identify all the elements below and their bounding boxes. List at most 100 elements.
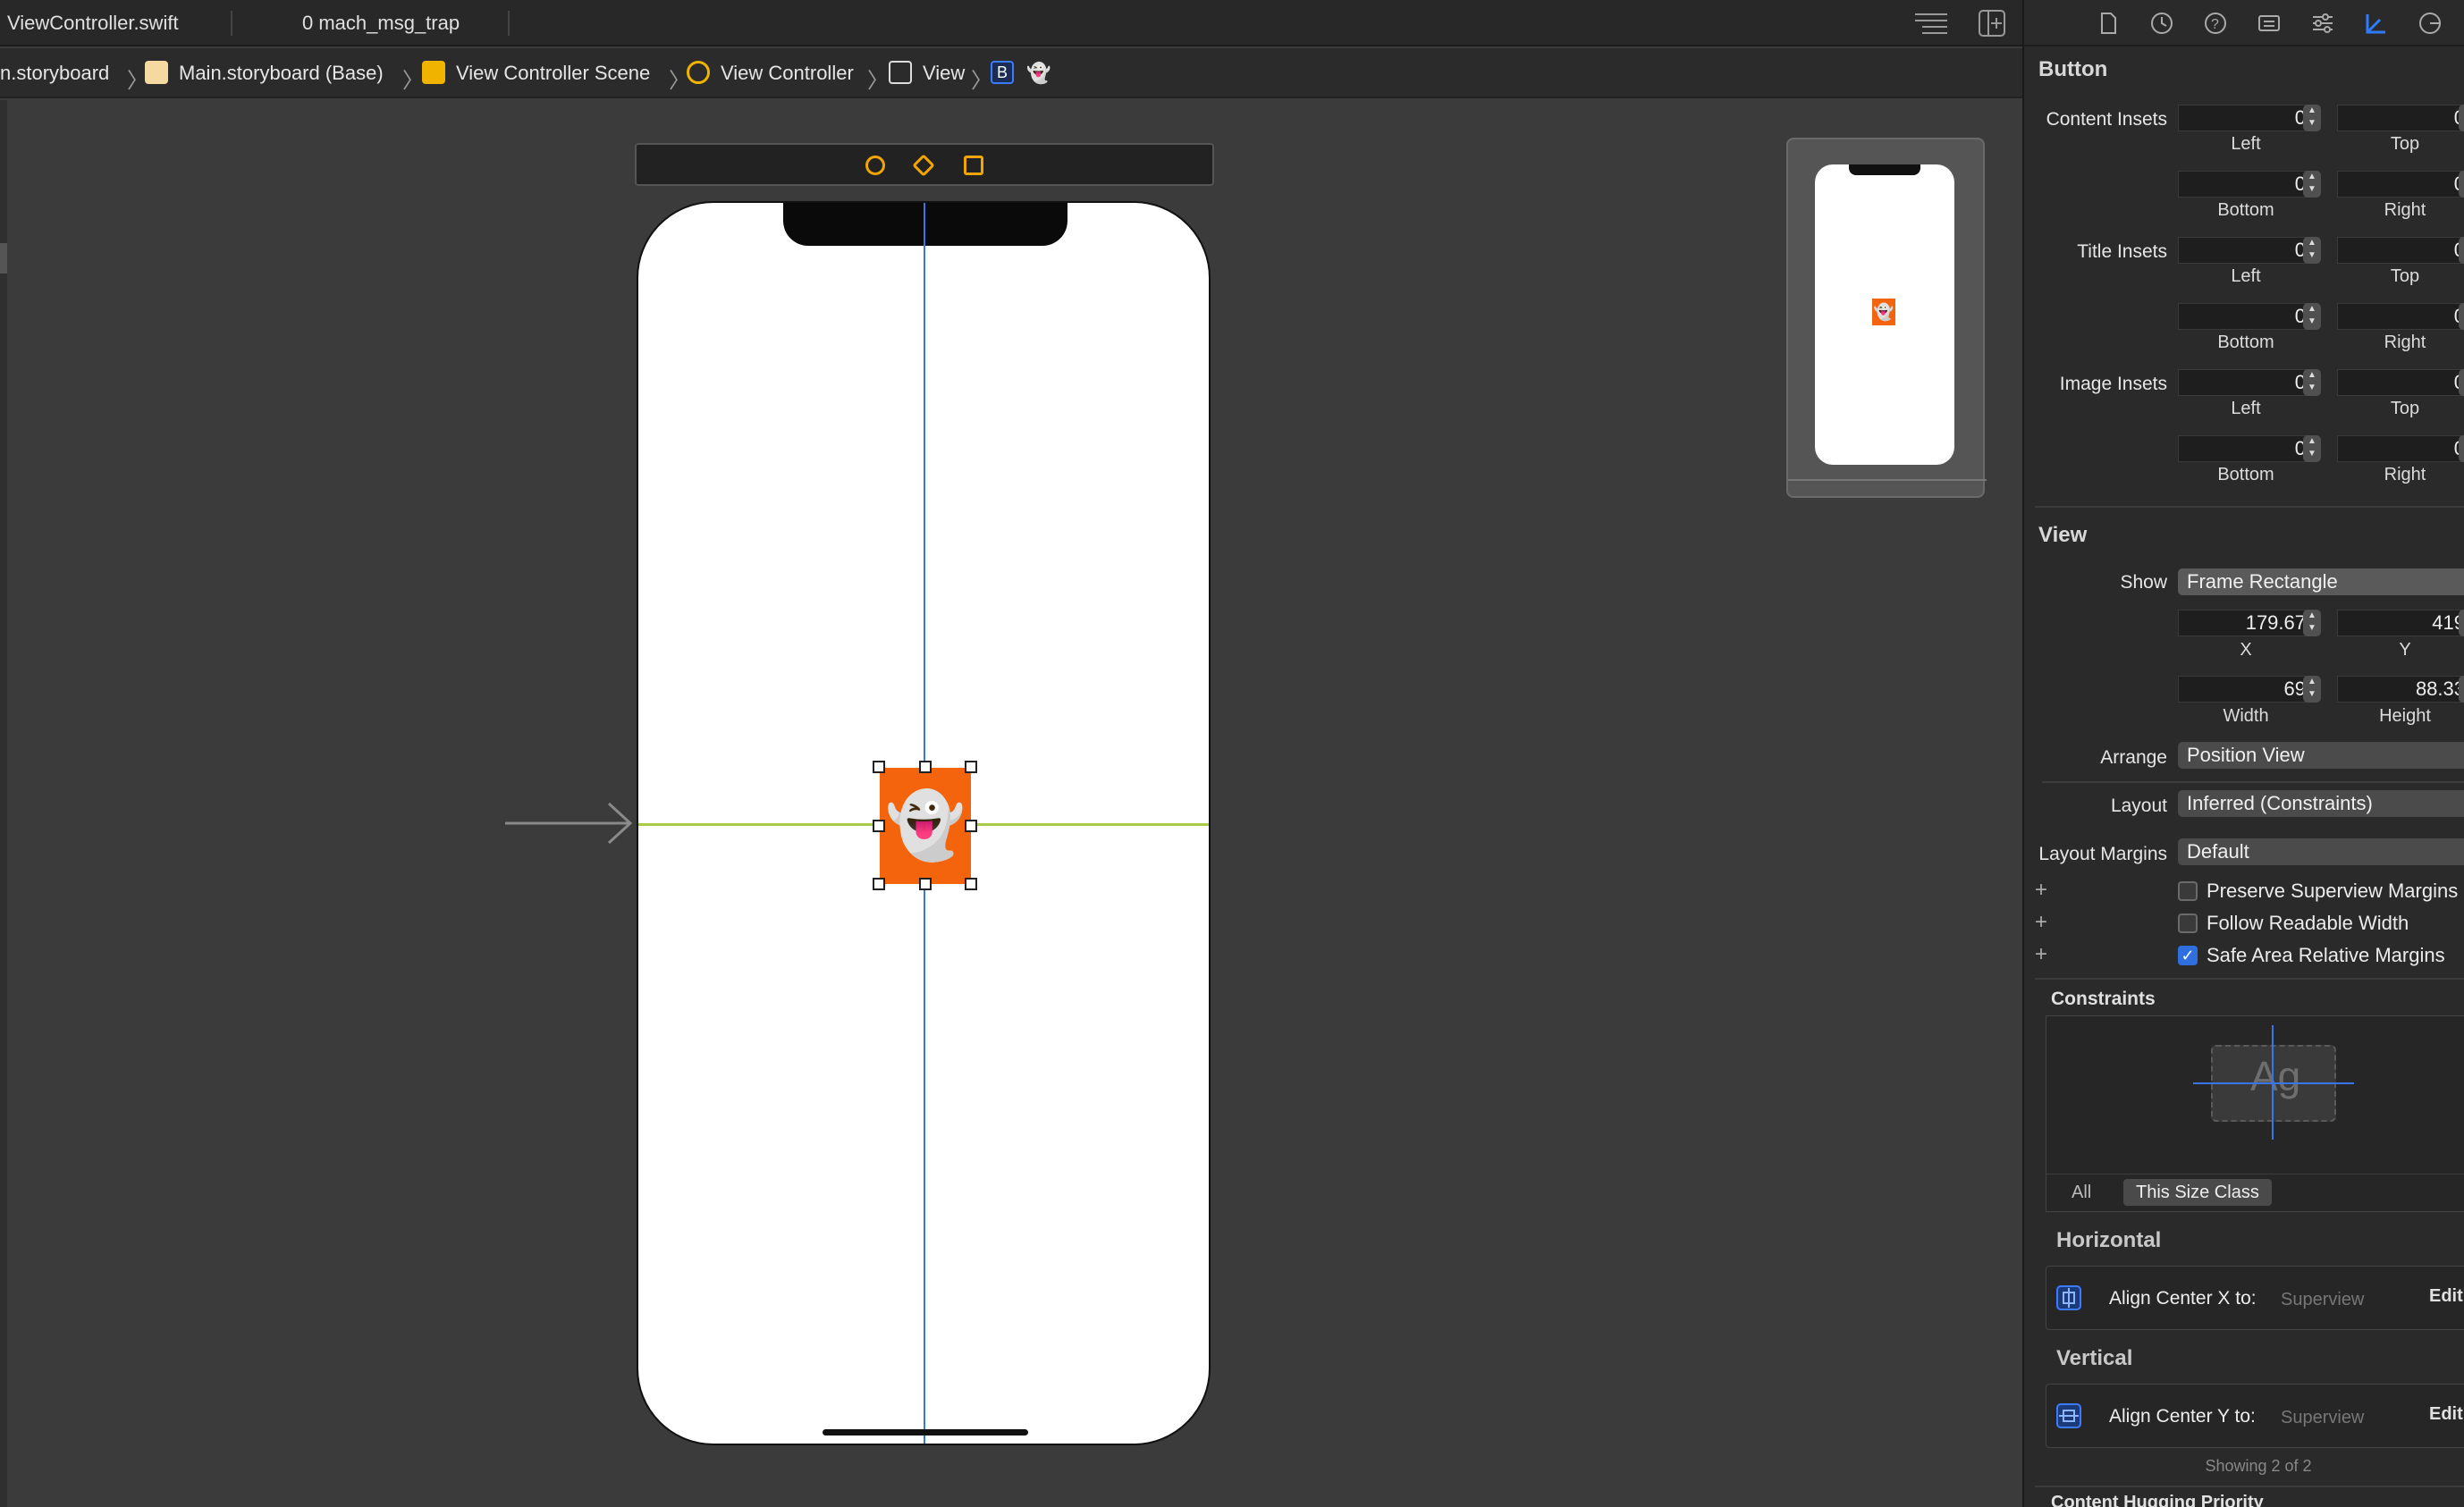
connections-inspector-icon[interactable]	[2418, 11, 2443, 36]
breadcrumb-storyboard-folder[interactable]: n.storyboard	[0, 48, 109, 98]
safe-area-margins-checkbox[interactable]: ✓	[2178, 946, 2198, 965]
layout-margins-label: Layout Margins	[2038, 844, 2167, 864]
canvas-minimap[interactable]: 👻	[1786, 138, 1987, 498]
bottom-sublabel: Bottom	[2217, 465, 2274, 484]
layout-popup[interactable]: Inferred (Constraints)	[2178, 790, 2464, 817]
show-popup[interactable]: Frame Rectangle	[2178, 568, 2464, 595]
first-responder-icon[interactable]	[912, 154, 935, 177]
history-inspector-icon[interactable]	[2149, 11, 2174, 36]
iphone-view[interactable]: 👻	[637, 201, 1211, 1445]
stepper[interactable]: ▲▼	[2303, 105, 2321, 131]
width-field[interactable]: 69	[2178, 676, 2314, 703]
image-insets-right-field[interactable]: 0	[2337, 435, 2464, 462]
resize-handle[interactable]	[965, 761, 977, 773]
vertical-section-title: Vertical	[2056, 1346, 2133, 1370]
height-field[interactable]: 88.33	[2337, 676, 2464, 703]
tab-viewcontroller-swift[interactable]: ViewController.swift	[7, 0, 179, 46]
ghost-emoji: 👻	[885, 790, 966, 862]
stepper[interactable]: ▲▼	[2459, 105, 2464, 131]
stepper[interactable]: ▲▼	[2459, 303, 2464, 330]
constraints-diagram[interactable]: Ag All This Size Class	[2046, 1015, 2464, 1212]
storyboard-file-icon	[145, 61, 168, 84]
edit-vertical-button[interactable]: Edit	[2429, 1404, 2463, 1425]
initial-view-controller-arrow[interactable]	[505, 802, 639, 845]
stepper[interactable]: ▲▼	[2303, 303, 2321, 330]
breadcrumb-ghost-button[interactable]: 👻	[1026, 48, 1051, 98]
breadcrumb-view-controller[interactable]: View Controller	[721, 48, 854, 98]
stepper[interactable]: ▲▼	[2459, 435, 2464, 462]
ghost-button[interactable]: 👻	[873, 761, 977, 890]
stepper[interactable]: ▲▼	[2303, 171, 2321, 198]
button-type-icon[interactable]: B	[991, 61, 1014, 84]
image-insets-top-field[interactable]: 0	[2337, 369, 2464, 396]
width-sublabel: Width	[2223, 706, 2269, 726]
edit-horizontal-button[interactable]: Edit	[2429, 1286, 2463, 1307]
left-sublabel: Left	[2231, 399, 2261, 418]
x-field[interactable]: 179.67	[2178, 610, 2314, 636]
stepper[interactable]: ▲▼	[2459, 610, 2464, 636]
scene-icon	[422, 61, 445, 84]
stepper[interactable]: ▲▼	[2303, 237, 2321, 264]
arrange-popup[interactable]: Position View	[2178, 742, 2464, 769]
resize-handle[interactable]	[919, 761, 932, 773]
title-insets-right-field[interactable]: 0	[2337, 303, 2464, 330]
breadcrumb-view[interactable]: View	[923, 48, 965, 98]
stepper[interactable]: ▲▼	[2459, 171, 2464, 198]
title-insets-bottom-field[interactable]: 0	[2178, 303, 2314, 330]
size-inspector-icon[interactable]	[2364, 11, 2389, 36]
show-popup-value: Frame Rectangle	[2187, 570, 2338, 593]
help-inspector-icon[interactable]: ?	[2203, 11, 2228, 36]
breadcrumb-view-controller-scene[interactable]: View Controller Scene	[456, 48, 650, 98]
minimap-button: 👻	[1872, 299, 1895, 325]
tab-separator	[231, 11, 232, 36]
resize-handle[interactable]	[873, 878, 885, 890]
stepper[interactable]: ▲▼	[2303, 676, 2321, 703]
add-editor-icon[interactable]	[1978, 9, 2006, 38]
preserve-margins-checkbox[interactable]	[2178, 881, 2198, 901]
view-controller-dock-icon[interactable]	[865, 156, 885, 175]
image-insets-bottom-field[interactable]: 0	[2178, 435, 2314, 462]
resize-handle[interactable]	[873, 761, 885, 773]
y-field[interactable]: 419	[2337, 610, 2464, 636]
identity-inspector-icon[interactable]	[2257, 11, 2282, 36]
horizontal-constraint-row[interactable]: Align Center X to: Superview Edit	[2046, 1266, 2464, 1330]
attributes-inspector-icon[interactable]	[2310, 11, 2335, 36]
stepper[interactable]: ▲▼	[2459, 237, 2464, 264]
showing-count: Showing 2 of 2	[2205, 1457, 2312, 1475]
follow-readable-width-checkbox[interactable]	[2178, 913, 2198, 933]
title-insets-left-field[interactable]: 0	[2178, 237, 2314, 264]
plus-icon[interactable]: +	[2035, 910, 2047, 935]
home-indicator	[823, 1429, 1028, 1435]
vertical-constraint-row[interactable]: Align Center Y to: Superview Edit	[2046, 1384, 2464, 1448]
left-sublabel: Left	[2231, 266, 2261, 286]
layout-margins-popup[interactable]: Default	[2178, 838, 2464, 865]
resize-handle[interactable]	[965, 820, 977, 832]
stepper[interactable]: ▲▼	[2459, 676, 2464, 703]
size-class-this-tab[interactable]: This Size Class	[2123, 1179, 2272, 1206]
align-lines-icon[interactable]	[1913, 11, 1949, 36]
resize-handle[interactable]	[919, 878, 932, 890]
plus-icon[interactable]: +	[2035, 878, 2047, 903]
content-insets-left-field[interactable]: 0	[2178, 105, 2314, 131]
stepper[interactable]: ▲▼	[2303, 610, 2321, 636]
resize-handle[interactable]	[873, 820, 885, 832]
size-class-all-tab[interactable]: All	[2072, 1183, 2091, 1203]
file-inspector-icon[interactable]	[2096, 11, 2121, 36]
exit-icon[interactable]	[964, 156, 983, 175]
debug-navigator-frame[interactable]: 0 mach_msg_trap	[302, 0, 460, 46]
stepper[interactable]: ▲▼	[2459, 369, 2464, 396]
content-insets-bottom-field[interactable]: 0	[2178, 171, 2314, 198]
plus-icon[interactable]: +	[2035, 942, 2047, 967]
stepper[interactable]: ▲▼	[2303, 435, 2321, 462]
resize-handle[interactable]	[965, 878, 977, 890]
image-insets-left-field[interactable]: 0	[2178, 369, 2314, 396]
minimap-phone: 👻	[1815, 164, 1954, 465]
title-insets-top-field[interactable]: 0	[2337, 237, 2464, 264]
align-center-y-target: Superview	[2281, 1408, 2365, 1427]
align-center-x-target: Superview	[2281, 1290, 2365, 1309]
content-insets-top-field[interactable]: 0	[2337, 105, 2464, 131]
breadcrumb-main-storyboard-base[interactable]: Main.storyboard (Base)	[179, 48, 384, 98]
content-insets-right-field[interactable]: 0	[2337, 171, 2464, 198]
stepper[interactable]: ▲▼	[2303, 369, 2321, 396]
arrange-popup-value: Position View	[2187, 744, 2305, 766]
